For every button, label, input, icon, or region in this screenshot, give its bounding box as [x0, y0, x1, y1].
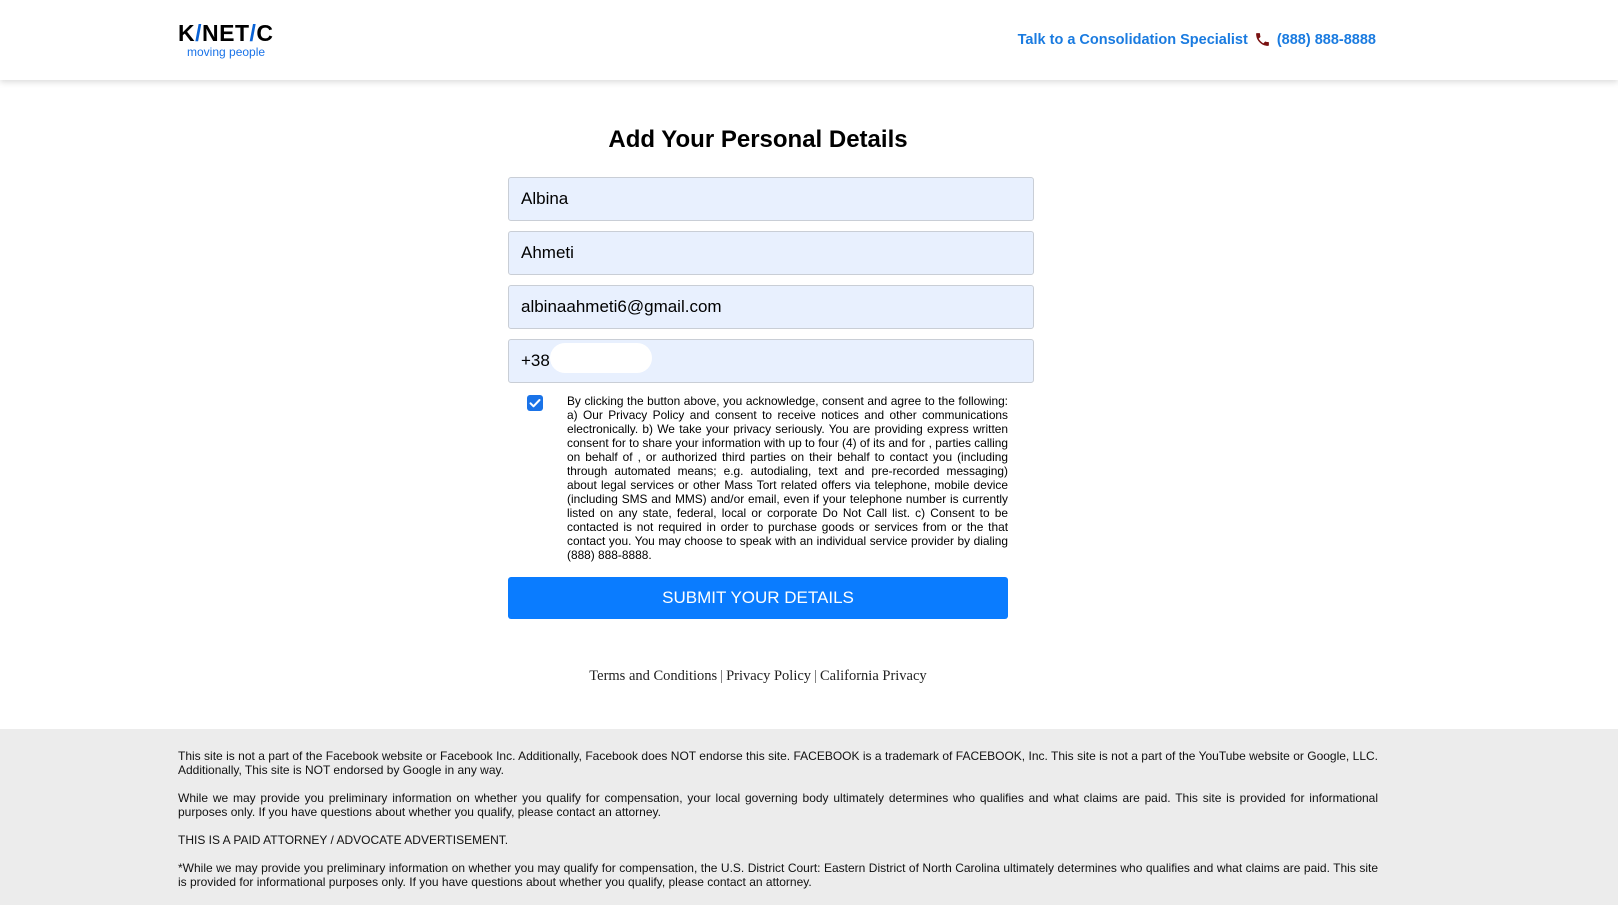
phone-redaction	[550, 343, 652, 373]
submit-button[interactable]: SUBMIT YOUR DETAILS	[508, 577, 1008, 619]
header-phone-link[interactable]: (888) 888-8888	[1277, 32, 1376, 48]
site-footer: This site is not a part of the Facebook …	[0, 729, 1618, 905]
first-name-input[interactable]	[508, 177, 1034, 221]
logo-wordmark: K/NET/C	[178, 20, 274, 46]
checkmark-icon	[529, 399, 541, 408]
logo-tagline: moving people	[187, 45, 266, 59]
compensation-disclaimer: While we may provide you preliminary inf…	[178, 791, 1378, 819]
consent-checkbox[interactable]	[527, 395, 543, 411]
facebook-disclaimer: This site is not a part of the Facebook …	[178, 749, 1378, 777]
page-title: Add Your Personal Details	[608, 126, 908, 153]
consent-text: By clicking the button above, you acknow…	[567, 394, 1008, 562]
last-name-input[interactable]	[508, 231, 1034, 275]
california-privacy-link[interactable]: California Privacy	[820, 668, 927, 684]
page: K/NET/C moving people Talk to a Consolid…	[0, 0, 1618, 905]
email-input[interactable]	[508, 285, 1034, 329]
kinetic-logo[interactable]: K/NET/C moving people	[178, 20, 278, 59]
legal-links: Terms and Conditions | Privacy Policy | Cali…	[508, 668, 1008, 685]
header-contact: Talk to a Consolidation Specialist (888)…	[1018, 31, 1376, 48]
contact-label: Talk to a Consolidation Specialist	[1017, 31, 1248, 48]
link-separator: |	[720, 668, 724, 684]
site-header: K/NET/C moving people Talk to a Consolid…	[0, 0, 1618, 80]
advertisement-notice: THIS IS A PAID ATTORNEY / ADVOCATE ADVER…	[178, 833, 509, 847]
link-separator: |	[814, 668, 817, 684]
privacy-policy-link[interactable]: Privacy Policy	[726, 668, 811, 684]
phone-icon	[1254, 31, 1271, 48]
terms-link[interactable]: Terms and Conditions	[589, 668, 717, 684]
court-disclaimer: *While we may provide you preliminary in…	[178, 861, 1378, 889]
footer-disclaimers: This site is not a part of the Facebook …	[178, 749, 1378, 903]
